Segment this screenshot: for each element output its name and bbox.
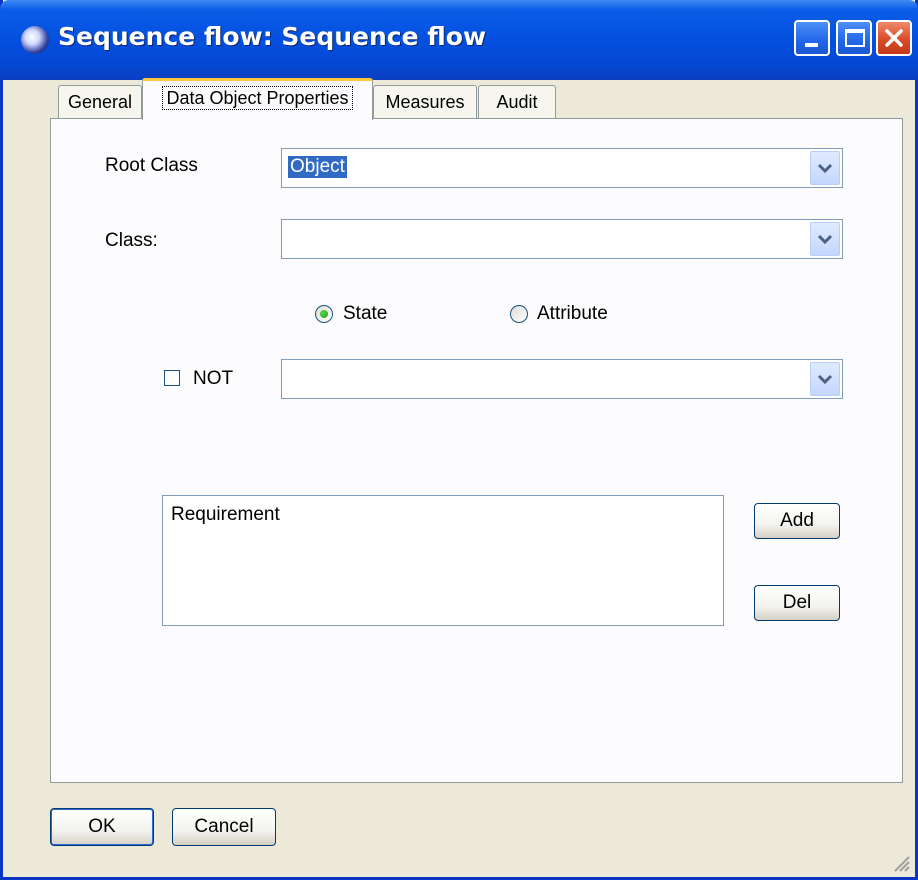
root-class-dropdown-button[interactable] (810, 151, 840, 185)
del-button[interactable]: Del (754, 585, 840, 621)
not-label[interactable]: NOT (193, 368, 233, 390)
root-class-dropdown[interactable]: Object (281, 148, 843, 188)
maximize-button[interactable] (836, 20, 872, 56)
tab-panel (50, 118, 903, 783)
attribute-radio-label[interactable]: Attribute (537, 303, 608, 325)
requirements-list[interactable]: Requirement (162, 495, 724, 626)
tab-data-object-properties[interactable]: Data Object Properties (142, 78, 373, 120)
class-dropdown-button[interactable] (810, 222, 840, 256)
minimize-button[interactable] (794, 20, 830, 56)
resize-grip-icon[interactable] (891, 853, 911, 873)
ok-button[interactable]: OK (50, 808, 154, 846)
tab-data-object-properties-label: Data Object Properties (162, 86, 353, 110)
class-label: Class: (105, 230, 158, 251)
dialog-window: Sequence flow: Sequence flow General Dat… (0, 0, 918, 880)
app-icon[interactable] (21, 26, 49, 54)
tab-measures[interactable]: Measures (373, 85, 477, 119)
class-dropdown[interactable] (281, 219, 843, 259)
list-item[interactable]: Requirement (171, 504, 280, 526)
state-radio[interactable] (315, 305, 333, 323)
chevron-down-icon (817, 374, 833, 385)
tab-general-label: General (67, 92, 133, 112)
close-button[interactable] (876, 20, 912, 56)
maximize-icon (845, 29, 865, 47)
add-button[interactable]: Add (754, 503, 840, 539)
radio-selected-dot (320, 310, 328, 318)
tab-audit-label: Audit (496, 92, 538, 112)
state-dropdown-button[interactable] (810, 362, 840, 396)
tab-audit[interactable]: Audit (478, 85, 556, 119)
chevron-down-icon (817, 163, 833, 174)
root-class-value: Object (288, 156, 347, 178)
minimize-icon (805, 43, 818, 47)
root-class-label: Root Class (105, 155, 198, 176)
tab-general[interactable]: General (58, 85, 142, 119)
not-checkbox[interactable] (164, 370, 180, 386)
title-bar[interactable]: Sequence flow: Sequence flow (0, 0, 918, 80)
tab-measures-label: Measures (385, 92, 465, 112)
window-title: Sequence flow: Sequence flow (58, 22, 487, 51)
cancel-button[interactable]: Cancel (172, 808, 276, 846)
close-icon (885, 29, 903, 47)
attribute-radio[interactable] (510, 305, 528, 323)
state-radio-label[interactable]: State (343, 303, 387, 325)
chevron-down-icon (817, 234, 833, 245)
state-dropdown[interactable] (281, 359, 843, 399)
